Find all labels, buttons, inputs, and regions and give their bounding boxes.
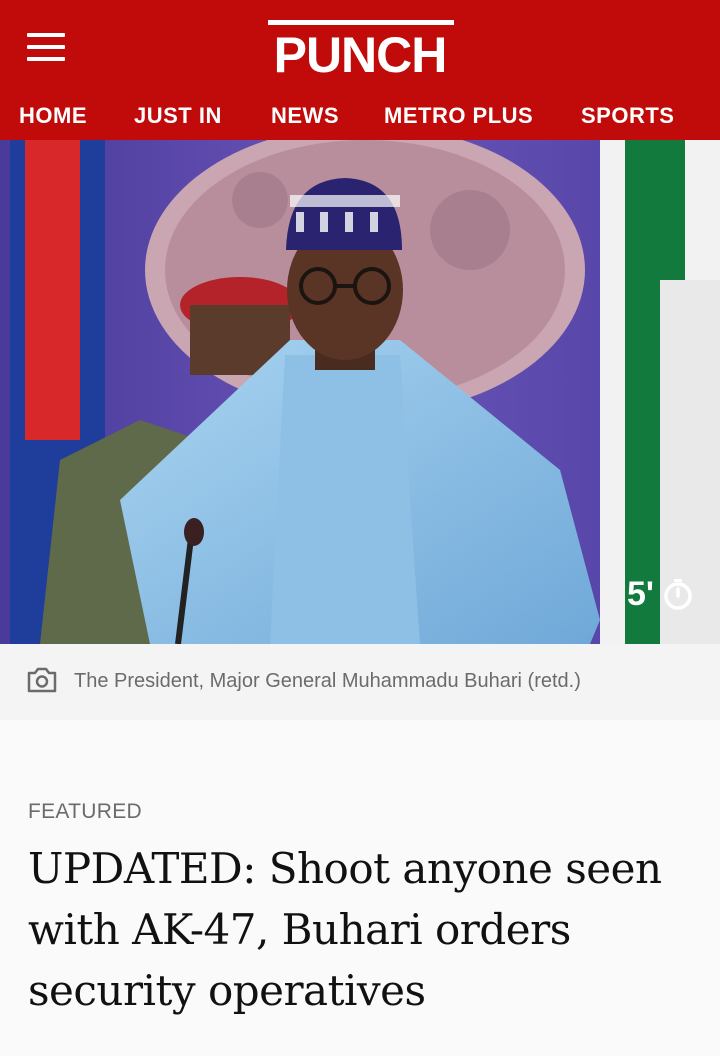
caption-text: The President, Major General Muhammadu B… bbox=[74, 670, 581, 692]
main-nav: HOME JUST IN NEWS METRO PLUS SPORTS bbox=[0, 98, 720, 134]
stopwatch-icon bbox=[664, 579, 692, 610]
nav-item-sports[interactable]: SPORTS bbox=[581, 98, 674, 134]
site-logo[interactable]: PUNCH bbox=[262, 18, 458, 80]
hamburger-menu-icon[interactable] bbox=[27, 33, 65, 61]
site-header: PUNCH HOME JUST IN NEWS METRO PLUS SPORT… bbox=[0, 0, 720, 140]
read-time-badge: 5' bbox=[627, 574, 694, 614]
camera-icon bbox=[27, 667, 57, 693]
article-headline[interactable]: UPDATED: Shoot anyone seen with AK-47, B… bbox=[28, 838, 698, 1021]
nav-item-just-in[interactable]: JUST IN bbox=[134, 98, 222, 134]
logo-bar bbox=[268, 20, 454, 25]
nav-item-metro-plus[interactable]: METRO PLUS bbox=[384, 98, 533, 134]
logo-text: PUNCH bbox=[273, 27, 448, 83]
image-caption: The President, Major General Muhammadu B… bbox=[0, 644, 720, 720]
hero-image[interactable]: 5' bbox=[0, 140, 720, 644]
nav-item-home[interactable]: HOME bbox=[19, 98, 87, 134]
nav-item-news[interactable]: NEWS bbox=[271, 98, 339, 134]
hero-photo bbox=[0, 140, 720, 644]
read-time-value: 5' bbox=[627, 575, 654, 613]
article-category[interactable]: FEATURED bbox=[28, 800, 142, 824]
